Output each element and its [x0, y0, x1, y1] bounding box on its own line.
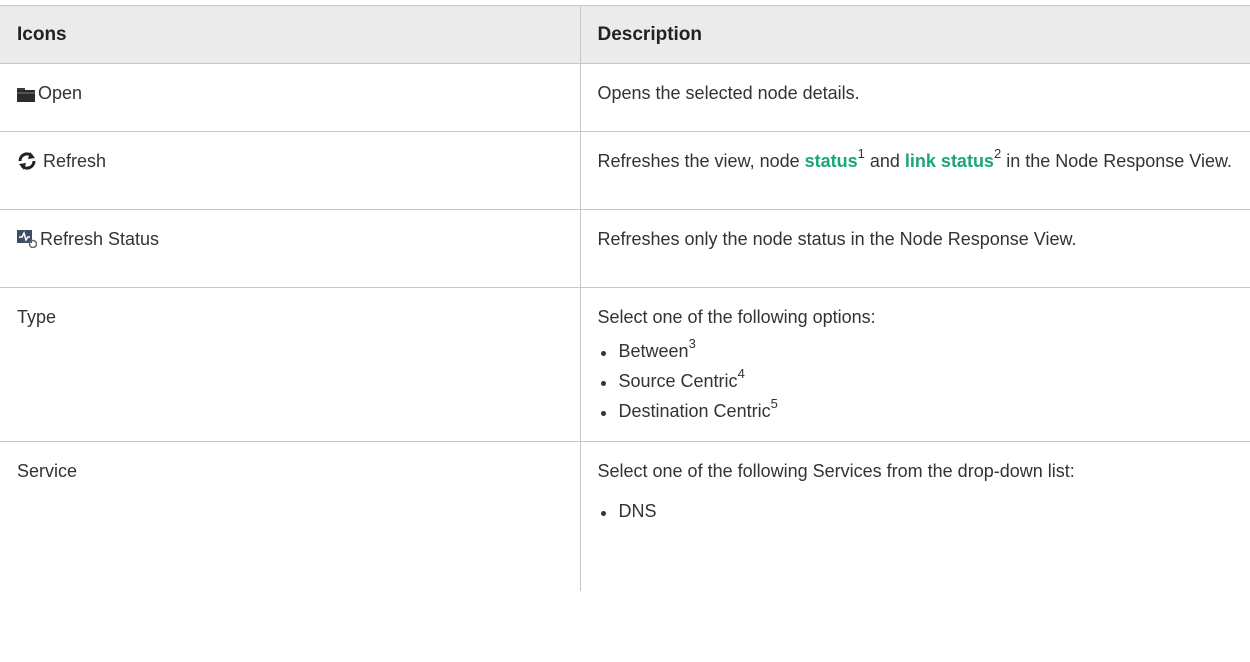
refresh-desc-a: Refreshes the view, node [597, 151, 805, 171]
open-label: Open [38, 83, 83, 103]
refresh-status-description: Refreshes only the node status in the No… [579, 209, 1250, 288]
icon-cell-refresh: Refresh [0, 131, 581, 210]
footnote-3: 3 [688, 336, 696, 351]
service-description: Select one of the following Services fro… [597, 461, 1075, 481]
table-row: Refresh Refreshes the view, node status1… [0, 131, 1250, 210]
type-description-cell: Select one of the following options: Bet… [579, 287, 1250, 442]
table-row: Type Select one of the following options… [0, 287, 1250, 442]
list-item: Source Centric4 [598, 366, 1241, 393]
type-label: Type [0, 287, 581, 442]
icons-table: Icons Description Open Opens the selecte… [0, 5, 1250, 591]
type-options-list: Between3 Source Centric4 Destination Cen… [598, 336, 1241, 423]
open-description: Opens the selected node details. [579, 63, 1250, 132]
refresh-desc-b: and [864, 151, 905, 171]
list-item: DNS [598, 499, 1241, 523]
option-dns: DNS [618, 501, 657, 521]
table-row: Service Select one of the following Serv… [0, 441, 1250, 591]
list-item: Destination Centric5 [598, 396, 1241, 423]
footnote-5: 5 [770, 396, 778, 411]
refresh-description: Refreshes the view, node status1 and lin… [579, 131, 1250, 210]
header-icons: Icons [0, 5, 581, 64]
table-row: Open Opens the selected node details. [0, 63, 1250, 132]
refresh-label: Refresh [43, 151, 107, 171]
option-source-centric: Source Centric [618, 371, 738, 391]
type-description: Select one of the following options: [597, 307, 876, 327]
table-row: Refresh Status Refreshes only the node s… [0, 209, 1250, 288]
refresh-icon[interactable] [17, 152, 37, 176]
node-status-refresh-icon[interactable] [17, 230, 38, 254]
link-status-link[interactable]: link status [905, 151, 994, 171]
table-header-row: Icons Description [0, 5, 1250, 64]
service-label: Service [0, 441, 581, 591]
option-destination-centric: Destination Centric [618, 401, 771, 421]
folder-icon[interactable] [17, 84, 35, 108]
status-link[interactable]: status [805, 151, 858, 171]
service-description-cell: Select one of the following Services fro… [579, 441, 1250, 591]
service-options-list: DNS [598, 499, 1241, 523]
header-description: Description [579, 5, 1250, 64]
list-item: Between3 [598, 336, 1241, 363]
option-between: Between [618, 341, 689, 361]
refresh-desc-c: in the Node Response View. [1001, 151, 1233, 171]
icon-cell-refresh-status: Refresh Status [0, 209, 581, 288]
footnote-1: 1 [857, 146, 865, 161]
icon-cell-open: Open [0, 63, 581, 132]
footnote-4: 4 [737, 366, 745, 381]
refresh-status-label: Refresh Status [40, 229, 160, 249]
